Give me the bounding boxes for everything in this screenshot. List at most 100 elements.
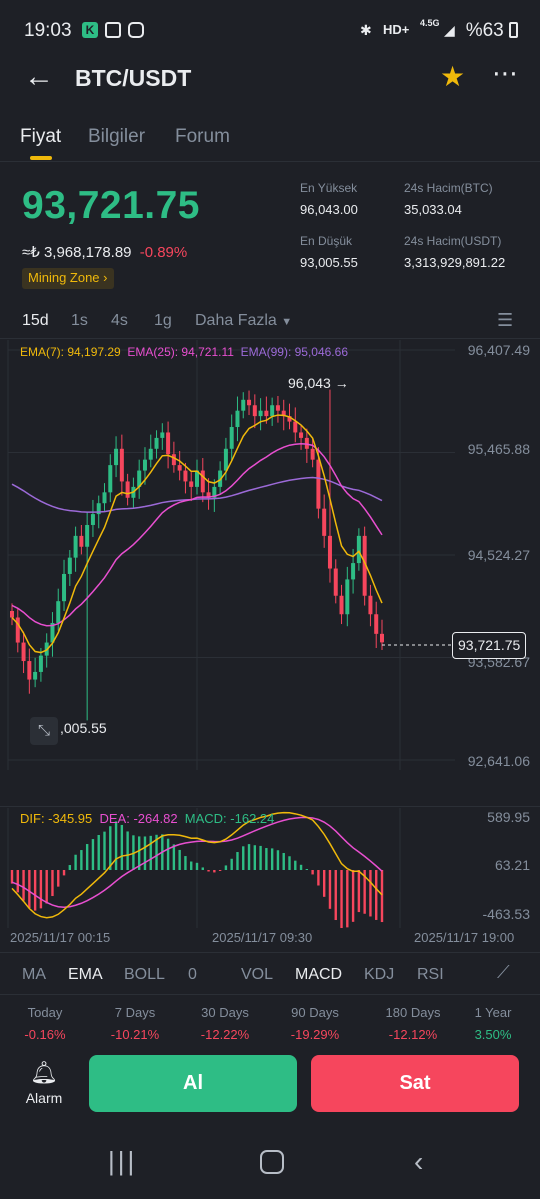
candle: [148, 448, 153, 460]
mining-zone-tag[interactable]: Mining Zone ›: [22, 268, 114, 289]
candle: [189, 481, 194, 487]
network-type: 4.5G: [420, 18, 440, 28]
macd-bar: [190, 861, 193, 870]
chevron-right-icon: ›: [103, 270, 108, 285]
candle: [102, 492, 107, 504]
macd-bar: [74, 854, 77, 870]
candle: [241, 399, 246, 411]
indicator-zero[interactable]: 0: [188, 966, 197, 984]
ema99-value: EMA(99): 95,046.66: [240, 345, 348, 359]
indicator-boll[interactable]: BOLL: [124, 966, 165, 984]
alarm-button[interactable]: 🔔︎ Alarm: [18, 1060, 70, 1106]
perf-value: -12.22%: [200, 1027, 250, 1042]
tab-forum[interactable]: Forum: [175, 126, 230, 148]
macd-bar: [195, 862, 199, 870]
macd-bar: [97, 834, 100, 870]
instagram-notification-icon: [128, 22, 144, 38]
candle: [142, 459, 147, 471]
back-nav-icon[interactable]: ‹: [414, 1146, 423, 1178]
candle: [90, 514, 95, 525]
high-marker-value: 96,043: [288, 375, 331, 391]
timeframe-1s[interactable]: 1s: [71, 312, 88, 330]
perf-label: 1 Year: [474, 1005, 512, 1020]
candle: [351, 563, 356, 580]
indicator-kdj[interactable]: KDJ: [364, 966, 394, 984]
candle: [160, 432, 165, 438]
candle: [171, 454, 176, 466]
macd-bar: [357, 870, 361, 913]
battery-icon: [509, 22, 518, 38]
candle: [310, 448, 315, 460]
recent-apps-icon[interactable]: |||: [108, 1146, 137, 1177]
candle: [67, 557, 72, 574]
macd-bar: [172, 844, 176, 870]
ema-legend: EMA(7): 94,197.29 EMA(25): 94,721.11 EMA…: [20, 345, 348, 359]
candle: [177, 465, 182, 471]
candle: [10, 610, 14, 618]
tab-bilgiler[interactable]: Bilgiler: [88, 126, 145, 148]
timeframe-more[interactable]: Daha Fazla ▼: [195, 312, 292, 330]
macd-bar: [282, 852, 285, 870]
perf-label: Today: [27, 1005, 63, 1020]
macd-bar: [149, 835, 152, 870]
price-axis-label: 92,641.06: [467, 753, 530, 769]
indicator-ema[interactable]: EMA: [68, 966, 103, 984]
candle: [223, 448, 228, 471]
macd-bar: [91, 839, 95, 870]
tab-fiyat[interactable]: Fiyat: [20, 126, 61, 148]
macd-chart[interactable]: [0, 808, 540, 928]
candle: [264, 410, 269, 417]
macd-bar: [39, 870, 43, 909]
chart-top-divider: [0, 338, 540, 339]
chart-settings-icon[interactable]: ☰: [497, 310, 513, 331]
candlestick-chart[interactable]: [0, 340, 540, 770]
indicator-settings-icon[interactable]: ⟋: [497, 962, 510, 983]
candle: [38, 655, 43, 672]
expand-chart-icon[interactable]: ⤡: [30, 717, 58, 745]
candle: [345, 579, 350, 615]
candle: [316, 459, 321, 509]
macd-bar: [380, 870, 384, 923]
high-label: En Yüksek: [300, 181, 358, 195]
ema7-value: EMA(7): 94,197.29: [20, 345, 121, 359]
candle: [114, 448, 119, 466]
time-axis-label: 2025/11/17 09:30: [212, 930, 313, 945]
macd-bar: [126, 831, 129, 870]
signal-icon: ◢: [444, 22, 455, 38]
macd-bar: [259, 845, 262, 870]
macd-bar: [322, 870, 326, 897]
candle: [229, 427, 234, 449]
macd-bar: [276, 850, 280, 870]
perf-value: -12.12%: [388, 1027, 438, 1042]
timeframe-15d[interactable]: 15d: [22, 312, 49, 330]
dea-value: DEA: -264.82: [99, 811, 178, 826]
more-menu-icon[interactable]: ⋯: [492, 58, 518, 89]
macd-bar: [184, 856, 187, 870]
timeframe-1g[interactable]: 1g: [154, 312, 172, 330]
timeframe-more-label: Daha Fazla: [195, 312, 277, 329]
candle: [108, 465, 113, 493]
low-marker: ,005.55: [60, 720, 107, 736]
macd-bar: [265, 848, 268, 870]
perf-label: 30 Days: [201, 1005, 249, 1020]
macd-bar: [305, 869, 309, 870]
pair-title: BTC/USDT: [75, 65, 192, 91]
macd-bar: [80, 850, 83, 870]
timeframe-4s[interactable]: 4s: [111, 312, 128, 330]
indicator-rsi[interactable]: RSI: [417, 966, 444, 984]
tab-active-indicator: [30, 156, 52, 160]
high-value: 96,043.00: [300, 202, 358, 217]
indicator-macd[interactable]: MACD: [295, 966, 342, 984]
indicator-ma[interactable]: MA: [22, 966, 46, 984]
sell-button[interactable]: Sat: [311, 1055, 519, 1112]
indicator-vol[interactable]: VOL: [241, 966, 273, 984]
perf-label: 180 Days: [385, 1005, 441, 1020]
time-axis-label: 2025/11/17 00:15: [10, 930, 111, 945]
home-icon[interactable]: [260, 1150, 284, 1174]
favorite-star-icon[interactable]: ★: [440, 60, 465, 93]
candle: [380, 633, 384, 643]
buy-button[interactable]: Al: [89, 1055, 297, 1112]
perf-value: 3.50%: [474, 1027, 512, 1042]
macd-bar: [328, 870, 332, 909]
back-arrow-icon[interactable]: ←: [24, 62, 54, 92]
